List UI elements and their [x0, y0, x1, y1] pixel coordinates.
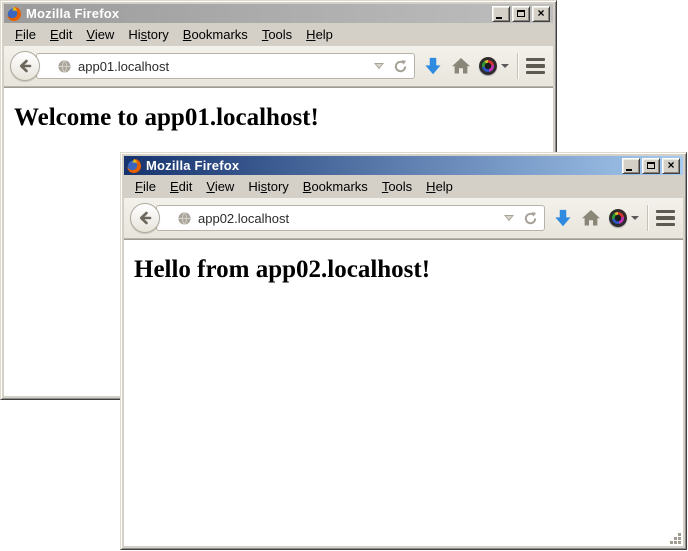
menu-bar: File Edit View History Bookmarks Tools H… — [124, 175, 683, 198]
home-button[interactable] — [581, 208, 601, 228]
page-content: Hello from app02.localhost! — [124, 239, 683, 546]
menu-view[interactable]: View — [80, 25, 120, 44]
menu-file[interactable]: File — [9, 25, 42, 44]
menu-view[interactable]: View — [200, 177, 240, 196]
back-arrow-icon — [17, 58, 33, 74]
navigation-toolbar: app01.localhost — [4, 46, 553, 87]
window-title: Mozilla Firefox — [146, 158, 622, 173]
page-heading: Welcome to app01.localhost! — [14, 104, 543, 132]
close-icon: × — [537, 8, 544, 18]
menu-icon — [526, 58, 545, 62]
menu-tools[interactable]: Tools — [256, 25, 298, 44]
menu-history[interactable]: History — [242, 177, 294, 196]
home-button[interactable] — [451, 56, 471, 76]
window-controls: × — [622, 158, 680, 174]
site-globe-icon[interactable] — [57, 59, 72, 74]
minimize-button[interactable] — [622, 158, 640, 174]
color-wheel-addon-icon — [609, 209, 627, 227]
menu-button[interactable] — [656, 210, 675, 227]
toolbar-divider — [647, 205, 648, 231]
addon-button[interactable] — [479, 57, 509, 75]
home-icon — [451, 56, 471, 76]
addon-caret-icon — [501, 64, 509, 68]
download-button[interactable] — [553, 207, 573, 229]
menu-button[interactable] — [526, 58, 545, 75]
firefox-window-app02[interactable]: Mozilla Firefox × File Edit View History… — [120, 152, 687, 550]
url-dropdown-icon[interactable] — [374, 62, 384, 70]
site-globe-icon[interactable] — [177, 211, 192, 226]
menu-bar: File Edit View History Bookmarks Tools H… — [4, 23, 553, 46]
firefox-logo-icon — [126, 158, 142, 174]
menu-file[interactable]: File — [129, 177, 162, 196]
url-text[interactable]: app02.localhost — [198, 211, 504, 226]
minimize-icon — [626, 169, 632, 171]
window-title: Mozilla Firefox — [26, 6, 492, 21]
menu-edit[interactable]: Edit — [164, 177, 198, 196]
menu-history[interactable]: History — [122, 25, 174, 44]
back-button[interactable] — [130, 203, 160, 233]
url-dropdown-icon[interactable] — [504, 214, 514, 222]
back-arrow-icon — [137, 210, 153, 226]
page-heading: Hello from app02.localhost! — [134, 256, 673, 284]
close-icon: × — [667, 160, 674, 170]
toolbar-divider — [517, 53, 518, 79]
close-button[interactable]: × — [532, 6, 550, 22]
download-icon — [423, 55, 443, 77]
download-icon — [553, 207, 573, 229]
window-controls: × — [492, 6, 550, 22]
menu-help[interactable]: Help — [420, 177, 459, 196]
maximize-button[interactable] — [642, 158, 660, 174]
maximize-icon — [517, 10, 525, 17]
menu-bookmarks[interactable]: Bookmarks — [297, 177, 374, 196]
menu-bookmarks[interactable]: Bookmarks — [177, 25, 254, 44]
menu-edit[interactable]: Edit — [44, 25, 78, 44]
minimize-button[interactable] — [492, 6, 510, 22]
url-bar[interactable]: app02.localhost — [156, 205, 545, 231]
download-button[interactable] — [423, 55, 443, 77]
home-icon — [581, 208, 601, 228]
firefox-logo-icon — [6, 6, 22, 22]
reload-icon[interactable] — [393, 59, 408, 74]
resize-grip[interactable] — [669, 532, 682, 545]
navigation-toolbar: app02.localhost — [124, 198, 683, 239]
back-button[interactable] — [10, 51, 40, 81]
maximize-icon — [647, 162, 655, 169]
titlebar[interactable]: Mozilla Firefox × — [4, 4, 553, 23]
desktop: { "desktop": { "background": "#ffffff" }… — [0, 0, 688, 551]
addon-caret-icon — [631, 216, 639, 220]
menu-icon — [656, 210, 675, 214]
color-wheel-addon-icon — [479, 57, 497, 75]
minimize-icon — [496, 17, 502, 19]
menu-tools[interactable]: Tools — [376, 177, 418, 196]
url-bar[interactable]: app01.localhost — [36, 53, 415, 79]
reload-icon[interactable] — [523, 211, 538, 226]
maximize-button[interactable] — [512, 6, 530, 22]
menu-help[interactable]: Help — [300, 25, 339, 44]
close-button[interactable]: × — [662, 158, 680, 174]
titlebar[interactable]: Mozilla Firefox × — [124, 156, 683, 175]
url-text[interactable]: app01.localhost — [78, 59, 374, 74]
addon-button[interactable] — [609, 209, 639, 227]
